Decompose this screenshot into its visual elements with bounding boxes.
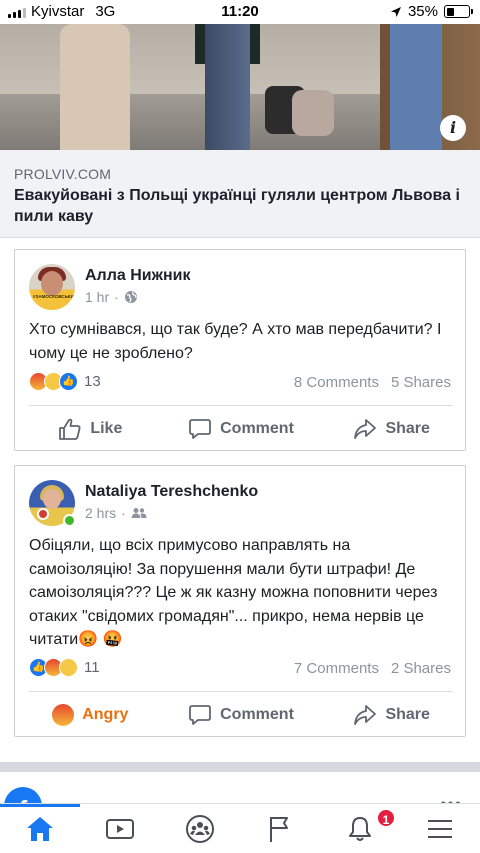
post-text: Обіцяли, що всіх примусово направлять на… bbox=[29, 537, 438, 648]
tab-pages[interactable] bbox=[240, 804, 320, 853]
share-label: Share bbox=[385, 420, 430, 437]
bell-icon bbox=[349, 816, 371, 841]
angry-icon bbox=[52, 704, 75, 726]
pages-flag-icon bbox=[270, 816, 288, 842]
comment-button[interactable]: Comment bbox=[166, 414, 317, 444]
tab-menu[interactable] bbox=[400, 804, 480, 853]
share-button[interactable]: Share bbox=[316, 700, 467, 730]
post-meta: 1 hr · bbox=[85, 289, 138, 305]
shares-count[interactable]: 2 Shares bbox=[391, 660, 451, 677]
tab-watch[interactable] bbox=[80, 804, 160, 853]
comment-label: Comment bbox=[220, 706, 294, 723]
action-bar: Like Comment Share bbox=[15, 414, 467, 444]
shared-post-card: #ЗАМОСКОВСЬКИЙ Алла Нижник 1 hr · Хто су… bbox=[14, 249, 466, 451]
author-name[interactable]: Алла Нижник bbox=[85, 267, 190, 285]
link-headline: Евакуйовані з Польщі українці гуляли цен… bbox=[14, 187, 460, 225]
bottom-tab-bar: 1 bbox=[0, 803, 480, 853]
status-bar: Kyivstar 3G 11:20 35% bbox=[0, 0, 480, 24]
comment-icon bbox=[189, 705, 212, 725]
reaction-count: 11 bbox=[84, 659, 100, 676]
tab-groups[interactable] bbox=[160, 804, 240, 853]
post-time[interactable]: 2 hrs bbox=[85, 505, 116, 521]
feed-separator bbox=[0, 762, 480, 772]
reaction-count: 13 bbox=[84, 373, 101, 390]
post-meta: 2 hrs · bbox=[85, 505, 147, 521]
friends-icon bbox=[131, 508, 147, 518]
share-icon bbox=[354, 705, 377, 725]
comment-button[interactable]: Comment bbox=[166, 700, 317, 730]
share-icon bbox=[354, 419, 377, 439]
thumbs-up-icon bbox=[59, 418, 81, 440]
menu-icon bbox=[428, 819, 452, 838]
wow-icon bbox=[59, 658, 78, 677]
post-time[interactable]: 1 hr bbox=[85, 289, 109, 305]
shares-count[interactable]: 5 Shares bbox=[391, 374, 451, 391]
action-bar: Angry Comment Share bbox=[15, 700, 467, 730]
tab-notifications[interactable]: 1 bbox=[320, 804, 400, 853]
globe-icon bbox=[124, 291, 137, 303]
notification-badge: 1 bbox=[376, 808, 396, 828]
like-icon: 👍 bbox=[59, 372, 78, 391]
reaction-summary[interactable]: 👍 13 bbox=[29, 372, 101, 391]
watch-icon bbox=[106, 818, 134, 839]
like-label: Like bbox=[90, 420, 123, 437]
comments-count[interactable]: 8 Comments bbox=[294, 374, 379, 391]
tab-home[interactable] bbox=[0, 804, 80, 853]
comments-count[interactable]: 7 Comments bbox=[294, 660, 379, 677]
reaction-summary[interactable]: 👍 11 bbox=[29, 658, 100, 677]
battery-percent: 35% bbox=[407, 3, 438, 20]
comment-icon bbox=[189, 419, 212, 439]
battery-icon bbox=[444, 5, 473, 18]
reaction-label: Angry bbox=[82, 706, 129, 723]
author-name[interactable]: Nataliya Tereshchenko bbox=[85, 483, 258, 501]
groups-icon bbox=[186, 814, 214, 843]
divider bbox=[29, 691, 453, 692]
divider bbox=[29, 405, 453, 406]
avatar[interactable]: #ЗАМОСКОВСЬКИЙ bbox=[29, 264, 75, 310]
post-text: Хто сумнівався, що так буде? А хто мав п… bbox=[29, 321, 442, 362]
location-arrow-icon bbox=[390, 6, 401, 17]
link-domain: PROLVIV.COM bbox=[14, 166, 112, 182]
link-preview-card[interactable]: PROLVIV.COM Евакуйовані з Польщі українц… bbox=[0, 150, 480, 238]
shared-post-card: Nataliya Tereshchenko 2 hrs · Обіцяли, щ… bbox=[14, 465, 466, 737]
link-preview-image[interactable]: i bbox=[0, 24, 480, 150]
home-icon bbox=[27, 816, 53, 841]
like-button[interactable]: Like bbox=[15, 414, 166, 444]
info-icon[interactable]: i bbox=[440, 115, 466, 141]
share-button[interactable]: Share bbox=[316, 414, 467, 444]
angry-reaction-button[interactable]: Angry bbox=[15, 700, 166, 730]
share-label: Share bbox=[385, 706, 430, 723]
online-status-dot bbox=[63, 514, 76, 527]
comment-label: Comment bbox=[220, 420, 294, 437]
